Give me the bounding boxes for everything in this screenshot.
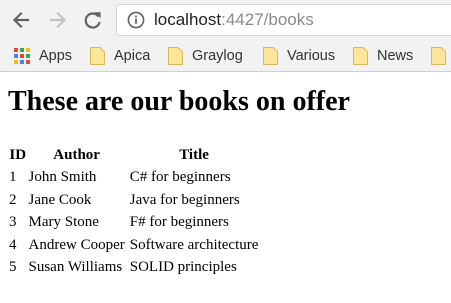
bookmark-label: Graylog <box>192 47 243 64</box>
cell-id: 1 <box>9 169 17 186</box>
cell-author: Mary Stone <box>28 214 99 231</box>
header-title: Title <box>179 146 209 163</box>
page-title: These are our books on offer <box>8 86 350 117</box>
cell-id: 4 <box>9 236 17 253</box>
bookmark-various[interactable]: Various <box>263 40 335 71</box>
bookmark-news[interactable]: News <box>353 40 413 71</box>
cell-author: Susan Williams <box>28 259 123 276</box>
back-button[interactable] <box>8 6 34 34</box>
forward-button[interactable] <box>45 6 71 34</box>
folder-icon <box>263 46 278 65</box>
reload-button[interactable] <box>80 6 106 34</box>
bookmark-apps[interactable]: Apps <box>14 40 72 71</box>
bookmark-apica[interactable]: Apica <box>90 40 150 71</box>
folder-icon <box>431 46 446 65</box>
cell-title: Java for beginners <box>129 191 240 208</box>
books-table: ID Author Title 1 John Smith C# for begi… <box>9 144 260 279</box>
header-author: Author <box>53 146 100 163</box>
back-arrow-icon <box>12 11 30 29</box>
bookmark-label: News <box>377 47 414 64</box>
cell-title: F# for beginners <box>129 214 229 231</box>
cell-author: John Smith <box>28 169 97 186</box>
reload-icon <box>84 12 101 29</box>
cell-author: Jane Cook <box>28 191 92 208</box>
table-row: 5 Susan Williams SOLID principles <box>9 257 260 280</box>
table-header-row: ID Author Title <box>9 144 260 167</box>
cell-id: 3 <box>9 214 17 231</box>
address-bar[interactable]: localhost:4427/books <box>116 4 451 36</box>
url-text[interactable]: localhost:4427/books <box>154 5 314 35</box>
apps-grid-icon <box>14 47 30 64</box>
cell-id: 2 <box>9 191 17 208</box>
table-row: 4 Andrew Cooper Software architecture <box>9 234 260 257</box>
table-row: 1 John Smith C# for beginners <box>9 167 260 190</box>
bookmark-overflow-folder[interactable] <box>431 40 451 71</box>
bookmark-label: Apps <box>39 47 73 64</box>
cell-title: SOLID principles <box>129 259 237 276</box>
info-icon[interactable] <box>127 11 145 29</box>
folder-icon <box>353 46 368 65</box>
cell-id: 5 <box>9 259 17 276</box>
header-id: ID <box>9 146 27 163</box>
url-path: :4427/books <box>221 10 314 29</box>
bookmark-graylog[interactable]: Graylog <box>168 40 243 71</box>
bookmark-label: Various <box>287 47 336 64</box>
folder-icon <box>90 46 105 65</box>
bookmarks-bar: Apps Apica Graylog Various News <box>0 40 451 72</box>
table-row: 3 Mary Stone F# for beginners <box>9 212 260 235</box>
url-host: localhost <box>154 10 222 29</box>
browser-toolbar: localhost:4427/books <box>0 0 451 40</box>
bookmark-label: Apica <box>114 47 151 64</box>
table-row: 2 Jane Cook Java for beginners <box>9 189 260 212</box>
cell-title: Software architecture <box>129 236 259 253</box>
folder-icon <box>168 46 183 65</box>
cell-title: C# for beginners <box>129 169 231 186</box>
cell-author: Andrew Cooper <box>28 236 125 253</box>
forward-arrow-icon <box>49 11 67 29</box>
